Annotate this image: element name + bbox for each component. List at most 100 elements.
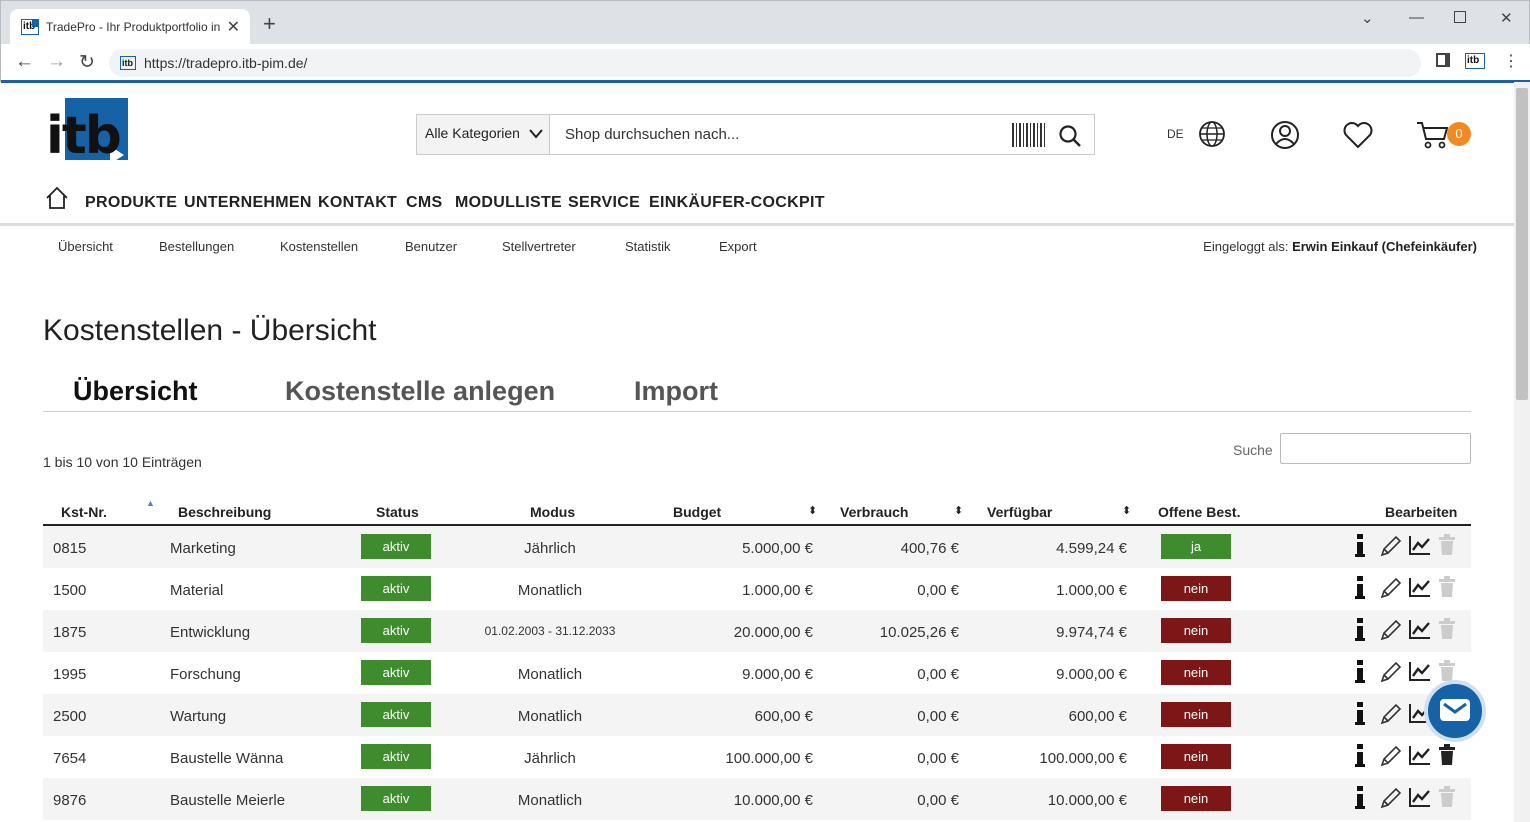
trash-icon[interactable] [1438,576,1456,598]
new-tab-button[interactable]: + [263,13,276,35]
open-orders-badge: ja [1161,534,1231,559]
page-scrollbar[interactable] [1514,82,1530,822]
tab-kostenstelle-anlegen[interactable]: Kostenstelle anlegen [285,376,555,407]
nav-einkaeufer-cockpit[interactable]: EINKÄUFER-COCKPIT [649,194,825,212]
chart-icon[interactable] [1408,786,1432,808]
menu-dots-icon[interactable]: ⋮ [1503,51,1519,71]
info-icon[interactable] [1354,576,1366,600]
subnav-statistik[interactable]: Statistik [625,239,671,254]
sort-icon[interactable]: ⬍ [808,504,817,517]
trash-icon[interactable] [1438,660,1456,682]
search-input[interactable] [550,115,1000,154]
globe-icon[interactable] [1198,120,1226,148]
table-search-input[interactable] [1280,433,1471,464]
edit-icon[interactable] [1379,618,1403,642]
col-verfuegbar[interactable]: Verfügbar [987,504,1052,520]
cell-budget: 9.000,00 € [742,666,813,683]
edit-icon[interactable] [1379,660,1403,684]
chart-icon[interactable] [1408,576,1432,598]
trash-icon[interactable] [1438,744,1456,766]
edit-icon[interactable] [1379,534,1403,558]
heart-icon[interactable] [1342,120,1374,150]
col-offene-best[interactable]: Offene Best. [1158,504,1240,520]
category-select[interactable]: Alle Kategorien [416,114,550,155]
table-row[interactable]: 1500 Material aktiv Monatlich 1.000,00 € 0,00… [43,568,1471,610]
mail-fab-button[interactable] [1424,680,1486,742]
subnav-uebersicht[interactable]: Übersicht [58,239,113,254]
col-status[interactable]: Status [376,504,419,520]
col-beschreibung[interactable]: Beschreibung [178,504,271,520]
table-row[interactable]: 7654 Baustelle Wänna aktiv Jährlich 100.000,… [43,736,1471,778]
nav-cms[interactable]: CMS [406,194,442,212]
nav-unternehmen[interactable]: UNTERNEHMEN [184,194,312,212]
cart-icon[interactable] [1416,120,1450,150]
language-label[interactable]: DE [1167,127,1184,141]
extension-icon[interactable]: itb [1465,53,1485,69]
sidebar-icon[interactable] [1436,53,1450,67]
tab-import[interactable]: Import [634,376,718,407]
itb-logo[interactable]: itb [46,98,128,166]
minimize-icon[interactable]: — [1409,9,1424,26]
edit-icon[interactable] [1379,702,1403,726]
cell-beschreibung: Wartung [170,708,227,725]
col-verbrauch[interactable]: Verbrauch [840,504,908,520]
user-icon[interactable] [1270,120,1300,150]
chart-icon[interactable] [1408,534,1432,556]
col-modus[interactable]: Modus [530,504,575,520]
cell-modus: Jährlich [524,750,576,767]
barcode-icon[interactable] [1012,123,1046,147]
status-badge: aktiv [361,702,431,727]
subnav-benutzer[interactable]: Benutzer [405,239,457,254]
table-row[interactable]: 0815 Marketing aktiv Jährlich 5.000,00 € 400,… [43,526,1471,568]
window-close-icon[interactable]: ✕ [1500,9,1513,27]
edit-icon[interactable] [1379,744,1403,768]
subnav-export[interactable]: Export [719,239,757,254]
sort-icon[interactable]: ⬍ [954,504,963,517]
nav-kontakt[interactable]: KONTAKT [318,194,397,212]
cell-verfuegbar: 4.599,24 € [1056,540,1127,557]
info-icon[interactable] [1354,702,1366,726]
table-row[interactable]: 1995 Forschung aktiv Monatlich 9.000,00 € 0,0… [43,652,1471,694]
edit-icon[interactable] [1379,786,1403,810]
table-row[interactable]: 9876 Baustelle Meierle aktiv Monatlich 10.00… [43,778,1471,820]
cell-beschreibung: Entwicklung [170,624,251,641]
home-icon[interactable] [45,186,69,210]
reload-icon[interactable]: ↻ [79,51,95,74]
nav-modulliste[interactable]: MODULLISTE [455,194,562,212]
edit-icon[interactable] [1379,576,1403,600]
back-icon[interactable]: ← [15,51,34,73]
forward-icon[interactable]: → [47,51,66,73]
chart-icon[interactable] [1408,744,1432,766]
trash-icon[interactable] [1438,618,1456,640]
info-icon[interactable] [1354,786,1366,810]
trash-icon[interactable] [1438,786,1456,808]
browser-tab[interactable]: itb TradePro - Ihr Produktportfolio in ✕ [10,9,250,44]
subnav-stellvertreter[interactable]: Stellvertreter [502,239,576,254]
tab-close-icon[interactable]: ✕ [227,17,240,37]
chart-icon[interactable] [1408,660,1432,682]
cell-modus: Monatlich [517,582,583,599]
subnav-bestellungen[interactable]: Bestellungen [159,239,234,254]
table-row[interactable]: 2500 Wartung aktiv Monatlich 600,00 € 0,00 € 6… [43,694,1471,736]
info-icon[interactable] [1354,618,1366,642]
maximize-icon[interactable] [1454,11,1466,23]
cell-kst-nr: 9876 [53,792,87,809]
tab-uebersicht[interactable]: Übersicht [73,376,198,407]
table-row[interactable]: 1875 Entwicklung aktiv 01.02.2003 - 31.12.2… [43,610,1471,652]
subnav-kostenstellen[interactable]: Kostenstellen [280,239,358,254]
nav-service[interactable]: SERVICE [568,194,640,212]
col-kst-nr[interactable]: Kst-Nr. [61,504,107,520]
info-icon[interactable] [1354,744,1366,768]
info-icon[interactable] [1354,660,1366,684]
info-icon[interactable] [1354,534,1366,558]
url-field[interactable]: itb https://tradepro.itb-pim.de/ [109,49,1421,77]
trash-icon[interactable] [1438,534,1456,556]
scrollbar-thumb[interactable] [1516,88,1528,400]
chart-icon[interactable] [1408,618,1432,640]
sort-asc-icon[interactable]: ▲ [146,498,155,508]
search-icon[interactable] [1058,124,1082,148]
col-budget[interactable]: Budget [673,504,721,520]
sort-icon[interactable]: ⬍ [1122,504,1131,517]
tab-search-icon[interactable]: ⌄ [1361,9,1374,27]
nav-produkte[interactable]: PRODUKTE [85,194,177,212]
